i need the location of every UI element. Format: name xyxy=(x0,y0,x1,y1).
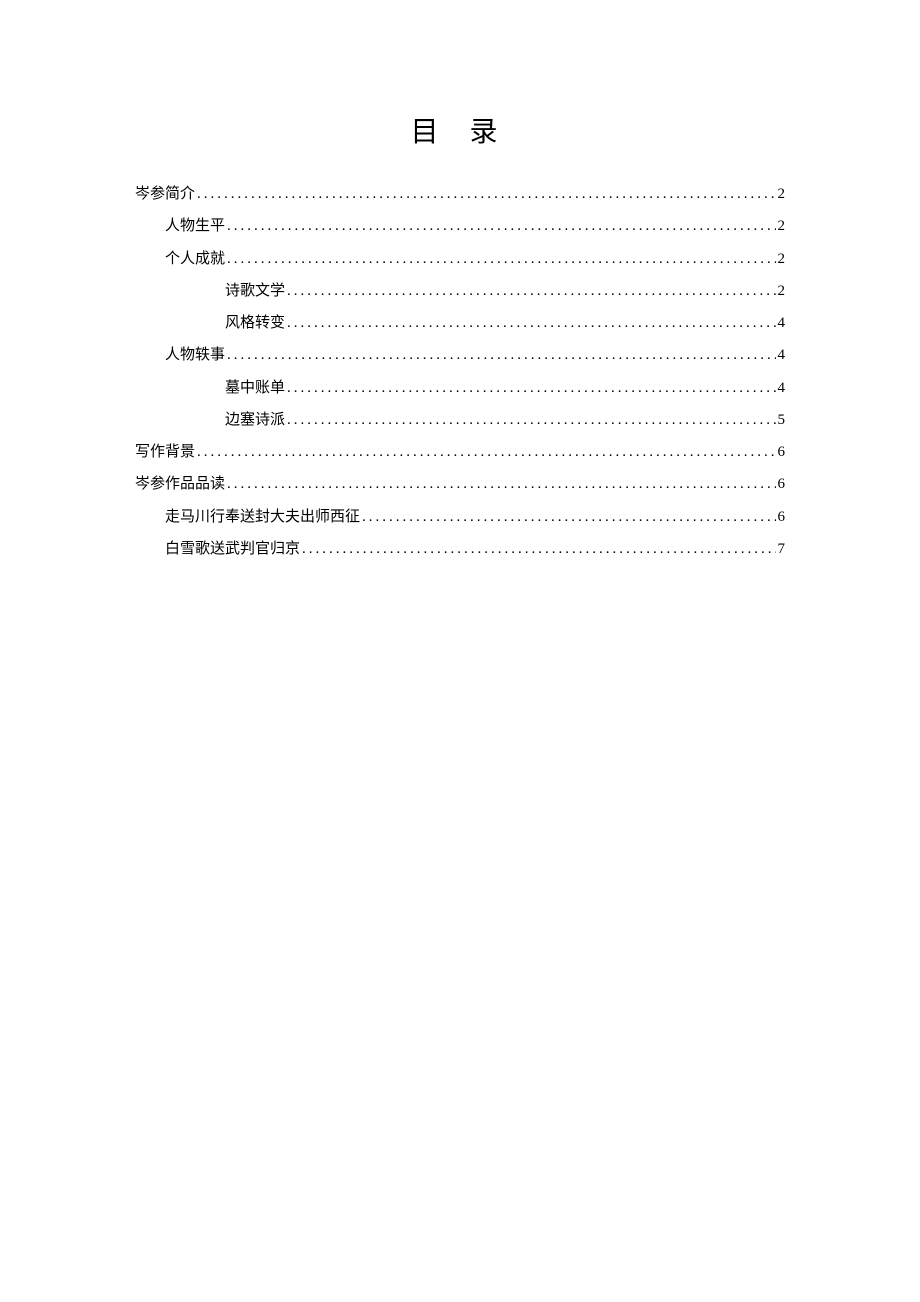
toc-dots xyxy=(197,436,775,468)
toc-entry[interactable]: 人物轶事 4 xyxy=(135,339,785,371)
toc-entry-label: 走马川行奉送封大夫出师西征 xyxy=(165,501,360,533)
toc-entry[interactable]: 墓中账单 4 xyxy=(135,372,785,404)
toc-entry-page: 7 xyxy=(778,533,786,565)
toc-dots xyxy=(227,210,775,242)
toc-entry-label: 人物轶事 xyxy=(165,339,225,371)
toc-entry-page: 4 xyxy=(778,307,786,339)
toc-entry-label: 岑参作品品读 xyxy=(135,468,225,500)
toc-entry-page: 6 xyxy=(778,436,786,468)
table-of-contents: 岑参简介 2 人物生平 2 个人成就 2 诗歌文学 2 风格转变 4 人物轶事 … xyxy=(135,178,785,565)
toc-dots xyxy=(227,339,775,371)
toc-entry[interactable]: 岑参作品品读 6 xyxy=(135,468,785,500)
toc-entry-label: 白雪歌送武判官归京 xyxy=(165,533,300,565)
toc-entry[interactable]: 走马川行奉送封大夫出师西征 6 xyxy=(135,501,785,533)
toc-dots xyxy=(227,468,775,500)
toc-entry-page: 6 xyxy=(778,468,786,500)
toc-entry-label: 岑参简介 xyxy=(135,178,195,210)
toc-dots xyxy=(197,178,775,210)
toc-entry-label: 诗歌文学 xyxy=(225,275,285,307)
toc-entry-page: 2 xyxy=(778,275,786,307)
toc-entry-page: 2 xyxy=(778,243,786,275)
toc-entry[interactable]: 个人成就 2 xyxy=(135,243,785,275)
toc-entry-page: 2 xyxy=(778,210,786,242)
toc-entry[interactable]: 风格转变 4 xyxy=(135,307,785,339)
toc-entry[interactable]: 人物生平 2 xyxy=(135,210,785,242)
toc-entry[interactable]: 边塞诗派 5 xyxy=(135,404,785,436)
toc-entry-page: 6 xyxy=(778,501,786,533)
toc-dots xyxy=(302,533,775,565)
toc-entry-label: 风格转变 xyxy=(225,307,285,339)
toc-dots xyxy=(287,275,775,307)
toc-entry[interactable]: 写作背景 6 xyxy=(135,436,785,468)
toc-entry-page: 4 xyxy=(778,372,786,404)
toc-entry-label: 边塞诗派 xyxy=(225,404,285,436)
toc-dots xyxy=(287,372,775,404)
toc-entry-page: 4 xyxy=(778,339,786,371)
toc-entry[interactable]: 诗歌文学 2 xyxy=(135,275,785,307)
toc-dots xyxy=(287,404,775,436)
toc-entry-page: 2 xyxy=(778,178,786,210)
toc-entry-label: 墓中账单 xyxy=(225,372,285,404)
toc-entry-label: 个人成就 xyxy=(165,243,225,275)
toc-entry[interactable]: 白雪歌送武判官归京 7 xyxy=(135,533,785,565)
toc-entry[interactable]: 岑参简介 2 xyxy=(135,178,785,210)
toc-entry-page: 5 xyxy=(778,404,786,436)
toc-entry-label: 写作背景 xyxy=(135,436,195,468)
toc-title: 目 录 xyxy=(135,110,785,150)
toc-dots xyxy=(287,307,775,339)
toc-dots xyxy=(362,501,775,533)
toc-entry-label: 人物生平 xyxy=(165,210,225,242)
toc-dots xyxy=(227,243,775,275)
